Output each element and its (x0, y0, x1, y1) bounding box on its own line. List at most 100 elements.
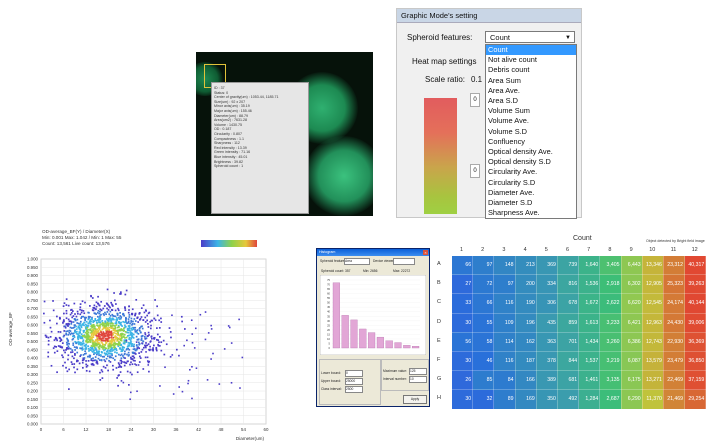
dialog-field-input[interactable]: 2500 (345, 386, 363, 393)
dropdown-option[interactable]: Circularity S.D (486, 178, 576, 188)
dropdown-option[interactable]: Area S.D (486, 96, 576, 106)
plate-well[interactable]: 27 (450, 274, 474, 295)
plate-well[interactable]: 13,271 (641, 370, 664, 391)
plate-well[interactable]: 46 (472, 350, 495, 372)
plate-well[interactable]: 25,323 (662, 274, 686, 295)
plate-well[interactable]: 1,672 (578, 293, 601, 314)
dropdown-option[interactable]: Confluency (486, 137, 576, 147)
dropdown-option[interactable]: Area Ave. (486, 86, 576, 96)
plate-well[interactable]: 1,536 (578, 274, 601, 295)
plate-well[interactable]: 681 (556, 370, 580, 391)
plate-well[interactable]: 363 (535, 331, 558, 352)
dropdown-option[interactable]: Count (486, 45, 576, 56)
plate-well[interactable]: 369 (535, 254, 558, 276)
plate-well[interactable]: 3,135 (599, 370, 622, 391)
range-min-field[interactable]: 0 (470, 164, 480, 178)
plate-well[interactable]: 26 (450, 370, 474, 391)
plate-well[interactable]: 24,430 (662, 312, 686, 333)
plate-well[interactable]: 2,622 (599, 293, 622, 314)
plate-well[interactable]: 1,434 (578, 331, 601, 352)
plate-well[interactable]: 11,370 (641, 389, 664, 410)
plate-well[interactable]: 23,479 (662, 350, 686, 372)
plate-well[interactable]: 739 (556, 254, 580, 276)
plate-well[interactable]: 55 (472, 312, 495, 333)
plate-well[interactable]: 29,254 (684, 389, 707, 410)
plate-well[interactable]: 859 (556, 312, 580, 333)
dropdown-option[interactable]: Volume S.D (486, 127, 576, 137)
dropdown-option[interactable]: Area Sum (486, 76, 576, 86)
plate-well[interactable]: 435 (535, 312, 558, 333)
plate-well[interactable]: 72 (472, 274, 495, 295)
plate-well[interactable]: 2,918 (599, 274, 622, 295)
plate-well[interactable]: 30 (450, 389, 474, 410)
device-select[interactable] (393, 258, 415, 265)
plate-well[interactable]: 89 (493, 389, 516, 410)
plate-well[interactable]: 378 (535, 350, 558, 372)
close-icon[interactable]: × (423, 250, 428, 255)
plate-well[interactable]: 2,687 (599, 389, 622, 410)
plate-well[interactable]: 23,312 (662, 254, 686, 276)
dropdown-option[interactable]: Optical density Ave. (486, 147, 576, 157)
plate-well[interactable]: 6,087 (620, 350, 643, 372)
dropdown-option[interactable]: Diameter S.D (486, 198, 576, 208)
microscope-image[interactable]: ID : 37 Status: 0 Center of gravity(um) : … (196, 52, 373, 216)
feature-select[interactable]: Area (344, 258, 370, 265)
plate-well[interactable]: 85 (472, 370, 495, 391)
plate-well[interactable]: 13,579 (641, 350, 664, 372)
plate-well[interactable]: 306 (535, 293, 558, 314)
plate-well[interactable]: 6,175 (620, 370, 643, 391)
plate-well[interactable]: 3,219 (599, 350, 622, 372)
plate-well[interactable]: 36,850 (684, 350, 707, 372)
plate-well[interactable]: 678 (556, 293, 580, 314)
plate-well[interactable]: 12,545 (641, 293, 664, 314)
plate-well[interactable]: 844 (556, 350, 580, 372)
plate-well[interactable]: 1,284 (578, 389, 601, 410)
range-max-field[interactable]: 0 (470, 93, 480, 107)
plate-well[interactable]: 162 (514, 331, 537, 352)
plate-well[interactable]: 22,469 (662, 370, 686, 391)
scale-ratio-value[interactable]: 0.1 (471, 75, 482, 84)
plate-well[interactable]: 30 (450, 312, 474, 333)
plate-well[interactable]: 148 (493, 254, 516, 276)
dropdown-option[interactable]: Debris count (486, 65, 576, 75)
plate-well[interactable]: 39,006 (684, 312, 707, 333)
plate-well[interactable]: 6,620 (620, 293, 643, 314)
plate-well[interactable]: 24,174 (662, 293, 686, 314)
plate-well[interactable]: 30 (450, 350, 474, 372)
apply-button[interactable]: Apply (403, 395, 427, 404)
plate-well[interactable]: 21,469 (662, 389, 686, 410)
dialog-field-input[interactable]: 125 (409, 368, 427, 375)
dropdown-option[interactable]: Volume Ave. (486, 116, 576, 126)
plate-well[interactable]: 109 (493, 312, 516, 333)
plate-well[interactable]: 40,144 (684, 293, 707, 314)
plate-well[interactable]: 97 (493, 274, 516, 295)
plate-well[interactable]: 6,290 (620, 389, 643, 410)
dropdown-option[interactable]: Volume Sum (486, 106, 576, 116)
plate-well[interactable]: 58 (472, 331, 495, 352)
plate-well[interactable]: 1,613 (578, 312, 601, 333)
dialog-field-input[interactable]: 25000 (345, 378, 363, 385)
plate-well[interactable]: 1,461 (578, 370, 601, 391)
spheroid-features-dropdown[interactable]: Count Not alive count Debris count Area Sum… (485, 44, 577, 220)
plate-well[interactable]: 37,159 (684, 370, 707, 391)
plate-well[interactable]: 3,260 (599, 331, 622, 352)
plate-well[interactable]: 32 (472, 389, 495, 410)
plate-well[interactable]: 114 (493, 331, 516, 352)
plate-well[interactable]: 213 (514, 254, 537, 276)
plate-well[interactable]: 6,421 (620, 312, 643, 333)
plate-well[interactable]: 187 (514, 350, 537, 372)
plate-well[interactable]: 116 (493, 350, 516, 372)
plate-well[interactable]: 40,317 (684, 254, 707, 276)
plate-well[interactable]: 1,640 (578, 254, 601, 276)
plate-well[interactable]: 166 (514, 370, 537, 391)
plate-well[interactable]: 3,233 (599, 312, 622, 333)
plate-well[interactable]: 6,302 (620, 274, 643, 295)
plate-well[interactable]: 12,963 (641, 312, 664, 333)
plate-well[interactable]: 3,405 (599, 254, 622, 276)
plate-well[interactable]: 22,930 (662, 331, 686, 352)
plate-well[interactable]: 116 (493, 293, 516, 314)
plate-well[interactable]: 169 (514, 389, 537, 410)
plate-well[interactable]: 334 (535, 274, 558, 295)
plate-well[interactable]: 6,443 (620, 254, 643, 276)
plate-well[interactable]: 84 (493, 370, 516, 391)
